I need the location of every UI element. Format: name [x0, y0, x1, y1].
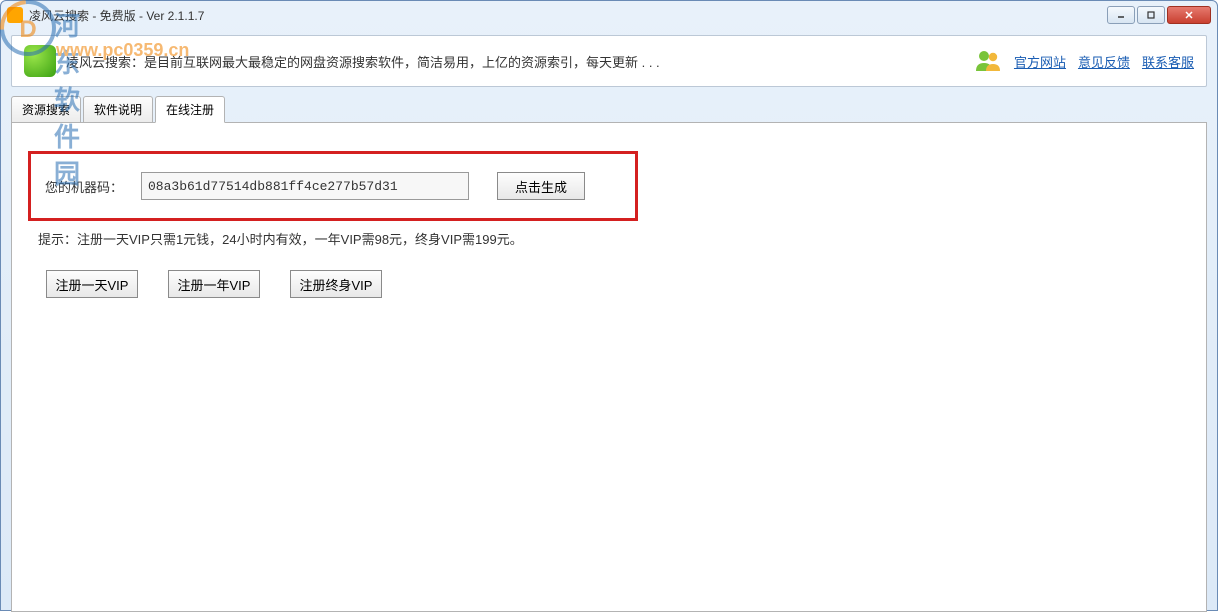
register-life-vip-button[interactable]: 注册终身VIP: [290, 270, 382, 298]
header-links: 官方网站 意见反馈 联系客服: [974, 49, 1194, 73]
hint-text: 提示：注册一天VIP只需1元钱，24小时内有效，一年VIP需98元，终身VIP需…: [38, 229, 1180, 248]
machine-code-input[interactable]: [141, 172, 469, 200]
link-feedback[interactable]: 意见反馈: [1078, 52, 1130, 71]
maximize-button[interactable]: [1137, 6, 1165, 24]
header-slogan: 凌风云搜索：是目前互联网最大最稳定的网盘资源搜索软件，简洁易用，上亿的资源索引，…: [66, 52, 974, 71]
minimize-button[interactable]: [1107, 6, 1135, 24]
link-support[interactable]: 联系客服: [1142, 52, 1194, 71]
machine-code-highlight: 您的机器码： 点击生成: [28, 151, 638, 221]
tabs: 资源搜索 软件说明 在线注册: [11, 95, 1207, 122]
tab-resource-search[interactable]: 资源搜索: [11, 96, 81, 123]
generate-button[interactable]: 点击生成: [497, 172, 585, 200]
link-official-site[interactable]: 官方网站: [1014, 52, 1066, 71]
tab-online-register[interactable]: 在线注册: [155, 96, 225, 123]
window-title: 凌风云搜索 - 免费版 - Ver 2.1.1.7: [29, 7, 1107, 24]
titlebar[interactable]: 凌风云搜索 - 免费版 - Ver 2.1.1.7: [1, 1, 1217, 29]
header-logo-icon: [24, 45, 56, 77]
register-panel: 您的机器码： 点击生成 提示：注册一天VIP只需1元钱，24小时内有效，一年VI…: [11, 122, 1207, 612]
register-day-vip-button[interactable]: 注册一天VIP: [46, 270, 138, 298]
close-button[interactable]: [1167, 6, 1211, 24]
vip-buttons: 注册一天VIP 注册一年VIP 注册终身VIP: [46, 270, 1180, 298]
header-bar: 凌风云搜索：是目前互联网最大最稳定的网盘资源搜索软件，简洁易用，上亿的资源索引，…: [11, 35, 1207, 87]
machine-code-label: 您的机器码：: [45, 177, 141, 196]
window-controls: [1107, 6, 1211, 24]
app-window: 凌风云搜索 - 免费版 - Ver 2.1.1.7 凌风云搜索：是目前互联网最大…: [0, 0, 1218, 611]
users-icon: [974, 49, 1002, 73]
tabs-area: 资源搜索 软件说明 在线注册 您的机器码： 点击生成 提示：注册一天VIP只需1…: [11, 95, 1207, 612]
app-icon: [7, 7, 23, 23]
tab-software-info[interactable]: 软件说明: [83, 96, 153, 123]
register-year-vip-button[interactable]: 注册一年VIP: [168, 270, 260, 298]
